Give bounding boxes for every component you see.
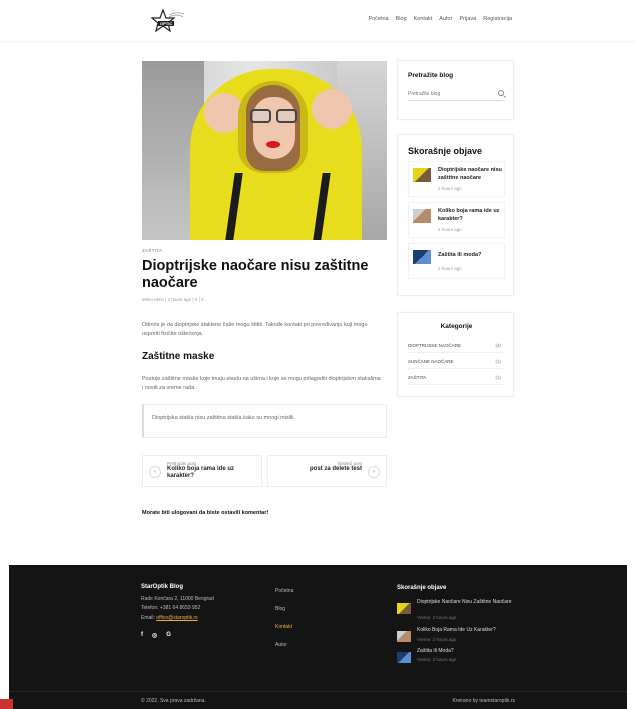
section-heading: Zaštitne maske [142,351,215,362]
post-title: Dioptrijske naočare nisu zaštitne naočar… [142,258,369,291]
nav-item-autor[interactable]: Autor [439,16,452,22]
footer-recent-post-title[interactable]: Dioptrijske Naočare Nisu Zaštitne Naočar… [417,599,517,606]
chevron-left-icon: ‹ [149,466,161,478]
nav-item-kontakt[interactable]: Kontakt [414,16,433,22]
recent-post-time: 2 hours ago [438,266,462,271]
footer-nav: Početna Blog Kontakt Autor [275,588,293,660]
footer-bottom-bar: © 2022, Sva prava zadržana. Kreirano by … [9,691,627,709]
google-icon[interactable]: G [166,632,171,639]
corner-badge[interactable] [0,699,13,709]
recent-post-title[interactable]: Zaštita ili moda? [438,251,506,259]
image-lips [266,141,280,148]
category-name: SUNČANE NAOČARE [408,359,454,364]
footer-link-kontakt[interactable]: Kontakt [275,624,293,630]
search-icon[interactable] [498,90,504,96]
category-count: (1) [495,359,502,364]
login-required-message: Morate biti ulogovani da biste ostavili … [142,510,269,516]
footer-recent-post-time: Vreme: 2 hours ago [417,657,457,662]
recent-post-time: 2 hours ago [438,227,462,232]
categories-widget: Kategorije DIOPTRIJSKE NAOČARE (4) SUNČA… [397,312,514,397]
footer-copyright: © 2022, Sva prava zadržana. [141,698,206,704]
image-face [253,97,295,159]
category-name: DIOPTRIJSKE NAOČARE [408,343,462,348]
nav-item-prijava[interactable]: Prijava [459,16,476,22]
footer-email-link[interactable]: office@staroptik.rs [156,615,197,621]
footer-recent-post-time: Vreme: 2 hours ago [417,637,457,642]
social-links: f ◎ G [141,632,171,639]
recent-post-item[interactable]: Dioptrijske naočare nisu zaštitne naočar… [408,161,505,197]
footer-link-autor[interactable]: Autor [275,642,293,648]
post-meta: Mirko Mirić | 2 hours ago | 0 | 0 [142,297,204,302]
recent-posts-widget: Skorašnje objave Dioptrijske naočare nis… [397,134,514,296]
recent-post-item[interactable]: Koliko boja rama ide uz karakter? 2 hour… [408,202,505,238]
search-widget-title: Pretražite blog [408,72,454,79]
category-item[interactable]: DIOPTRIJSKE NAOČARE (4) [408,339,505,353]
category-item[interactable]: ZAŠTITA (1) [408,371,505,385]
post-thumbnail [413,168,431,182]
recent-post-title[interactable]: Koliko boja rama ide uz karakter? [438,207,506,223]
prev-post-link[interactable]: ‹ Prethodni post Koliko boja rama ide uz… [142,455,262,487]
recent-post-time: 2 hours ago [438,186,462,191]
footer-recent-post-title[interactable]: Koliko Boja Rama Ide Uz Karakter? [417,627,517,634]
prev-post-title: Koliko boja rama ide uz karakter? [167,466,235,479]
nav-item-blog[interactable]: Blog [396,16,407,22]
post-category[interactable]: ZAŠTITA [142,248,162,253]
categories-title: Kategorije [440,323,473,330]
footer-recent-post-title[interactable]: Zaštita Ili Moda? [417,648,517,655]
post-thumbnail [397,631,411,642]
post-featured-image [142,61,387,240]
nav-item-registracija[interactable]: Registracija [483,16,512,22]
instagram-icon[interactable]: ◎ [152,632,157,639]
category-item[interactable]: SUNČANE NAOČARE (1) [408,355,505,369]
post-quote: Dioptrijska stakla nisu zaštitna stakla … [142,404,387,438]
post-thumbnail [413,209,431,223]
main-nav: Početna Blog Kontakt Autor Prijava Regis… [368,16,512,22]
post-thumbnail [397,603,411,614]
post-intro: Otkriće je da dioptrijske staklene čaše … [142,322,368,337]
facebook-icon[interactable]: f [141,632,143,639]
search-input[interactable] [408,88,505,101]
site-logo[interactable]: OPTIC [150,8,185,34]
logo-text: OPTIC [158,21,175,26]
recent-post-item[interactable]: Zaštita ili moda? 2 hours ago [408,243,505,279]
post-thumbnail [413,250,431,264]
site-header: OPTIC Početna Blog Kontakt Autor Prijava… [0,0,636,42]
footer-recent-item[interactable]: Zaštita Ili Moda? Vreme: 2 hours ago [397,648,517,668]
site-footer: StarOptik Blog Rade Končara 2, 11000 Beo… [0,565,627,709]
nav-item-pocetna[interactable]: Početna [368,16,388,22]
post-thumbnail [397,652,411,663]
post-paragraph: Postoje zaštitne maske koje imaju elastu… [142,376,381,391]
recent-posts-title: Skorašnje objave [408,146,483,156]
image-arm [312,89,352,129]
footer-email-label: Email: [141,615,155,621]
footer-phone: Telefon: +381 64 8659 952 [141,605,201,611]
footer-recent-item[interactable]: Koliko Boja Rama Ide Uz Karakter? Vreme:… [397,627,517,647]
footer-credit[interactable]: Kreirano by teamstaroptik.rs [452,698,515,704]
chevron-right-icon: › [368,466,380,478]
footer-address: Rade Končara 2, 11000 Beograd [141,596,214,602]
footer-link-pocetna[interactable]: Početna [275,588,293,594]
next-post-link[interactable]: Sledeći post post za delete test › [267,455,387,487]
recent-post-title[interactable]: Dioptrijske naočare nisu zaštitne naočar… [438,166,506,182]
category-count: (4) [495,343,502,348]
search-widget: Pretražite blog [397,60,514,120]
footer-recent-item[interactable]: Dioptrijske Naočare Nisu Zaštitne Naočar… [397,599,517,623]
footer-recent-post-time: Vreme: 2 hours ago [417,615,457,620]
footer-recent-title: Skorašnje objave [397,585,447,591]
image-glasses [250,109,300,123]
category-name: ZAŠTITA [408,375,427,380]
footer-email-row: Email: office@staroptik.rs [141,615,198,621]
category-count: (1) [495,375,502,380]
footer-link-blog[interactable]: Blog [275,606,293,612]
next-post-title: post za delete test [309,466,362,472]
footer-brand: StarOptik Blog [141,584,184,590]
